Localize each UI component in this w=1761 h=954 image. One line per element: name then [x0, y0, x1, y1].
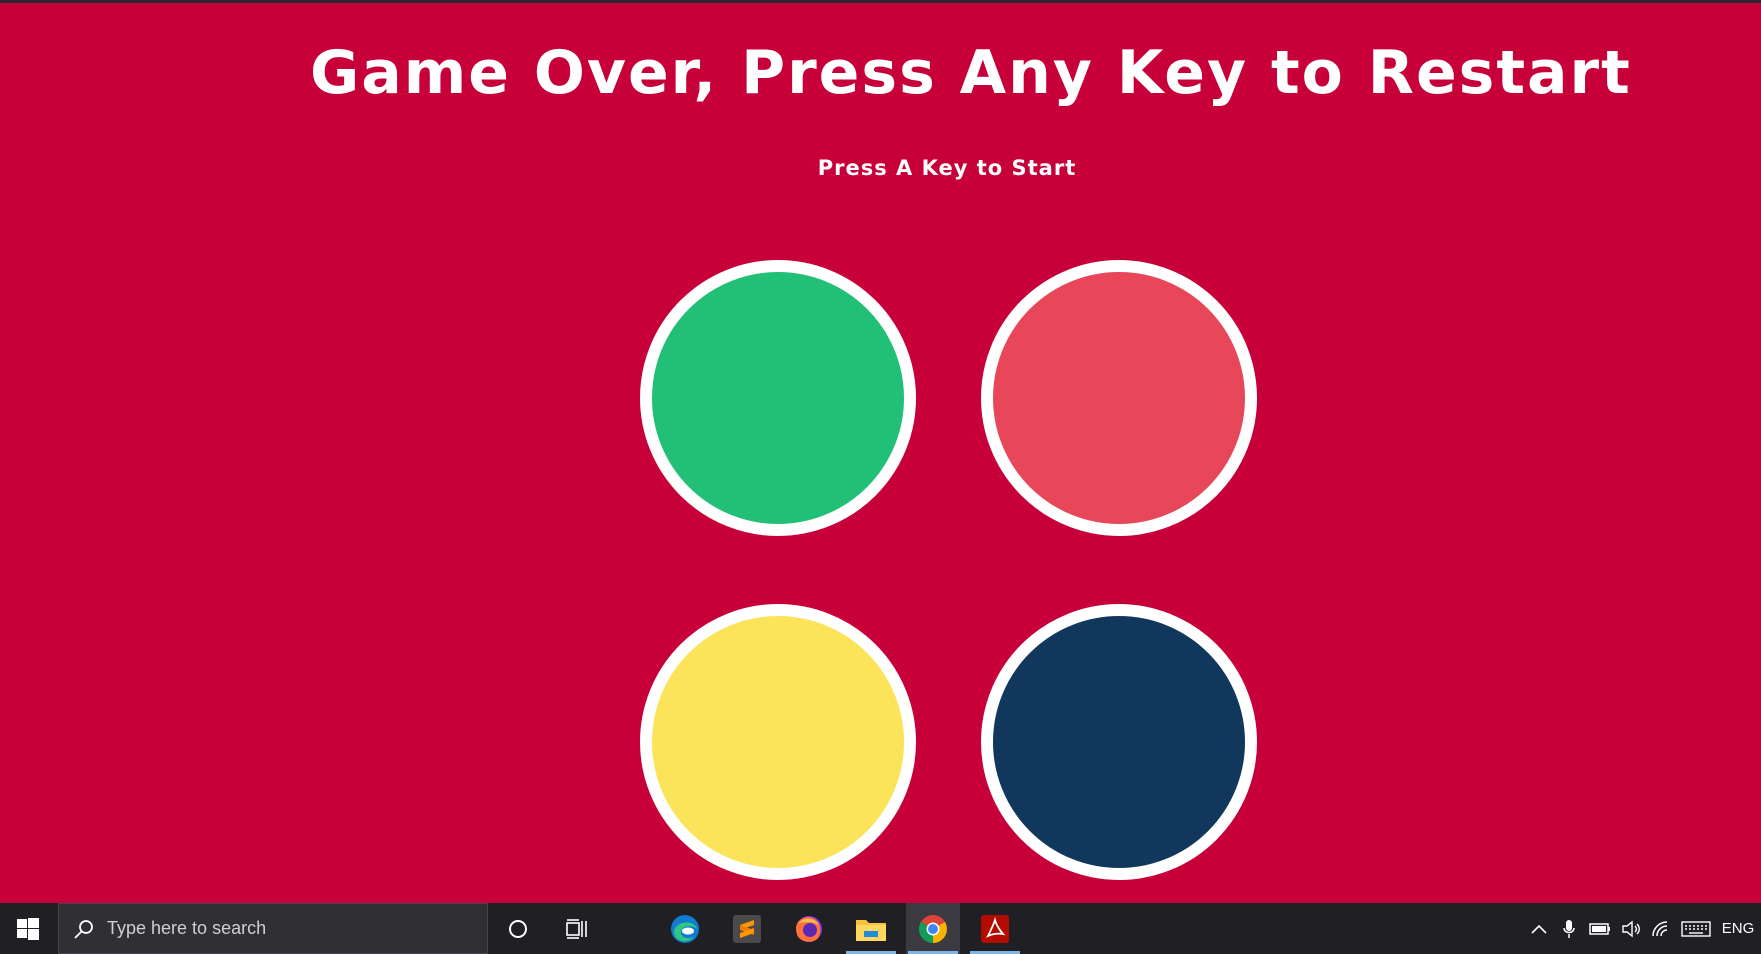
- file-explorer-app-button[interactable]: [844, 903, 898, 954]
- taskbar-search-box[interactable]: Type here to search: [58, 903, 488, 954]
- volume-icon: [1622, 920, 1640, 937]
- cortana-icon: [509, 919, 527, 938]
- network-tray-button[interactable]: [1648, 903, 1674, 954]
- firefox-app-button[interactable]: [782, 903, 836, 954]
- battery-tray-button[interactable]: [1586, 903, 1614, 954]
- green-pad-button[interactable]: [640, 260, 916, 536]
- yellow-pad-button[interactable]: [640, 604, 916, 880]
- game-area[interactable]: Game Over, Press Any Key to Restart Pres…: [0, 3, 1761, 903]
- wifi-icon: [1652, 920, 1668, 936]
- level-status: Press A Key to Start: [817, 156, 1077, 180]
- chevron-up-icon: [1531, 924, 1547, 934]
- task-view-icon: [566, 918, 587, 939]
- edge-icon: [671, 914, 699, 943]
- chrome-app-button[interactable]: [906, 903, 960, 954]
- game-title: Game Over, Press Any Key to Restart: [310, 38, 1632, 108]
- microphone-icon: [1563, 919, 1575, 938]
- acrobat-app-button[interactable]: [968, 903, 1022, 954]
- taskbar: Type here to search ENG: [0, 903, 1761, 954]
- search-icon: [74, 919, 93, 939]
- show-hidden-icons-button[interactable]: [1528, 903, 1550, 954]
- edge-app-button[interactable]: [658, 903, 712, 954]
- search-placeholder: Type here to search: [107, 918, 267, 938]
- chrome-icon: [919, 914, 947, 943]
- red-pad-button[interactable]: [981, 260, 1257, 536]
- cortana-button[interactable]: [500, 903, 536, 954]
- task-view-button[interactable]: [558, 903, 598, 954]
- sublime-text-icon: [733, 914, 761, 943]
- input-language-indicator[interactable]: ENG: [1718, 903, 1758, 954]
- file-explorer-icon: [856, 919, 886, 941]
- windows-logo-icon: [17, 917, 39, 940]
- keyboard-icon: [1681, 920, 1711, 937]
- battery-icon: [1589, 922, 1610, 935]
- acrobat-icon: [981, 914, 1009, 943]
- start-button[interactable]: [0, 903, 56, 954]
- microphone-tray-button[interactable]: [1558, 903, 1580, 954]
- volume-tray-button[interactable]: [1618, 903, 1644, 954]
- touch-keyboard-button[interactable]: [1678, 903, 1714, 954]
- blue-pad-button[interactable]: [981, 604, 1257, 880]
- sublime-text-app-button[interactable]: [720, 903, 774, 954]
- firefox-icon: [796, 915, 822, 942]
